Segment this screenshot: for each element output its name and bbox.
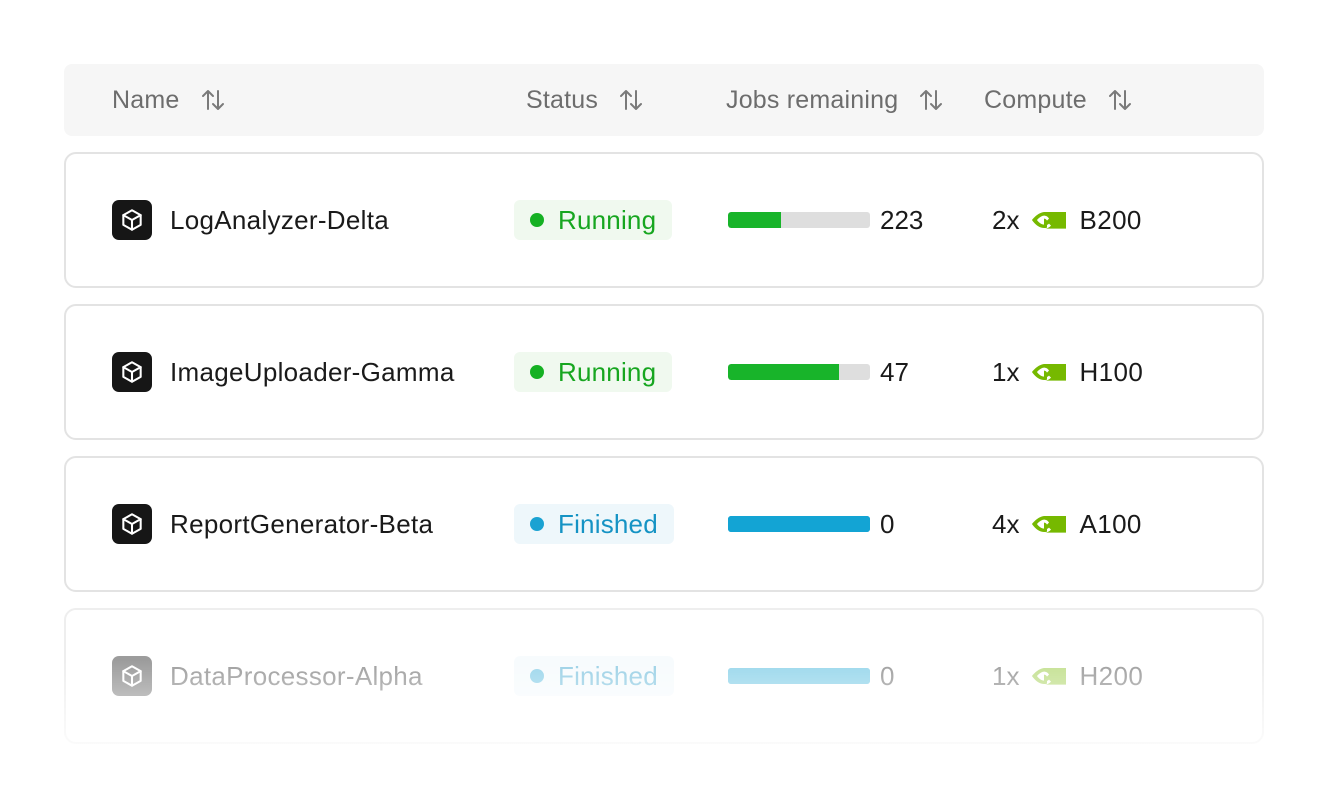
status-dot-icon <box>530 213 544 227</box>
sort-icon[interactable] <box>1107 85 1133 115</box>
name-cell: ImageUploader-Gamma <box>112 306 455 438</box>
jobs-cell: 223 <box>728 154 923 286</box>
column-header-label: Jobs remaining <box>726 85 899 114</box>
status-cell: Finished <box>514 610 674 742</box>
table-row[interactable]: ImageUploader-Gamma Running 47 1x H100 <box>64 304 1264 440</box>
gpu-count: 4x <box>992 508 1020 539</box>
job-name: ImageUploader-Gamma <box>170 356 455 387</box>
jobs-cell: 47 <box>728 306 909 438</box>
cube-icon <box>112 200 152 240</box>
gpu-count: 2x <box>992 204 1020 235</box>
sort-icon[interactable] <box>618 85 644 115</box>
column-header-status[interactable]: Status <box>526 64 644 136</box>
status-badge: Finished <box>514 504 674 544</box>
nvidia-logo-icon <box>1031 207 1067 233</box>
cube-icon <box>112 352 152 392</box>
sort-icon[interactable] <box>200 85 226 115</box>
name-cell: ReportGenerator-Beta <box>112 458 433 590</box>
status-badge: Running <box>514 200 673 240</box>
status-label: Finished <box>558 660 658 691</box>
cube-icon <box>112 656 152 696</box>
status-label: Running <box>558 356 657 387</box>
gpu-model: B200 <box>1079 204 1142 235</box>
column-header-name[interactable]: Name <box>112 64 226 136</box>
job-name: DataProcessor-Alpha <box>170 660 423 691</box>
status-cell: Finished <box>514 458 674 590</box>
column-header-label: Name <box>112 85 180 114</box>
jobs-remaining-count: 0 <box>880 660 895 691</box>
progress-fill <box>728 212 781 228</box>
compute-cell: 4x A100 <box>992 458 1142 590</box>
jobs-table: Name Status Jobs remaining Compute LogAn… <box>64 64 1264 744</box>
nvidia-logo-icon <box>1031 359 1067 385</box>
status-dot-icon <box>530 365 544 379</box>
jobs-cell: 0 <box>728 610 894 742</box>
compute-cell: 1x H100 <box>992 306 1143 438</box>
progress-bar <box>728 364 870 380</box>
table-row[interactable]: LogAnalyzer-Delta Running 223 2x B200 <box>64 152 1264 288</box>
jobs-remaining-count: 0 <box>880 508 895 539</box>
status-badge: Running <box>514 352 673 392</box>
nvidia-logo-icon <box>1031 511 1067 537</box>
status-badge: Finished <box>514 656 674 696</box>
table-row[interactable]: ReportGenerator-Beta Finished 0 4x A100 <box>64 456 1264 592</box>
progress-fill <box>728 364 839 380</box>
table-header: Name Status Jobs remaining Compute <box>64 64 1264 136</box>
status-label: Finished <box>558 508 658 539</box>
status-dot-icon <box>530 517 544 531</box>
gpu-model: H200 <box>1079 660 1144 691</box>
sort-icon[interactable] <box>918 85 944 115</box>
jobs-remaining-count: 47 <box>880 356 909 387</box>
gpu-count: 1x <box>992 660 1020 691</box>
column-header-compute[interactable]: Compute <box>984 64 1133 136</box>
job-name: ReportGenerator-Beta <box>170 508 434 539</box>
name-cell: LogAnalyzer-Delta <box>112 154 389 286</box>
column-header-jobs-remaining[interactable]: Jobs remaining <box>726 64 944 136</box>
progress-bar <box>728 668 870 684</box>
jobs-remaining-count: 223 <box>880 204 924 235</box>
progress-bar <box>728 212 870 228</box>
compute-cell: 1x H200 <box>992 610 1143 742</box>
status-cell: Running <box>514 154 673 286</box>
status-label: Running <box>558 204 657 235</box>
gpu-model: H100 <box>1079 356 1144 387</box>
name-cell: DataProcessor-Alpha <box>112 610 423 742</box>
status-dot-icon <box>530 669 544 683</box>
progress-fill <box>728 668 870 684</box>
column-header-label: Compute <box>984 85 1087 114</box>
job-name: LogAnalyzer-Delta <box>170 204 389 235</box>
cube-icon <box>112 504 152 544</box>
table-row[interactable]: DataProcessor-Alpha Finished 0 1x H200 <box>64 608 1264 744</box>
jobs-cell: 0 <box>728 458 894 590</box>
progress-fill <box>728 516 870 532</box>
status-cell: Running <box>514 306 673 438</box>
nvidia-logo-icon <box>1031 663 1067 689</box>
gpu-count: 1x <box>992 356 1020 387</box>
gpu-model: A100 <box>1079 508 1142 539</box>
compute-cell: 2x B200 <box>992 154 1142 286</box>
column-header-label: Status <box>526 85 599 114</box>
progress-bar <box>728 516 870 532</box>
